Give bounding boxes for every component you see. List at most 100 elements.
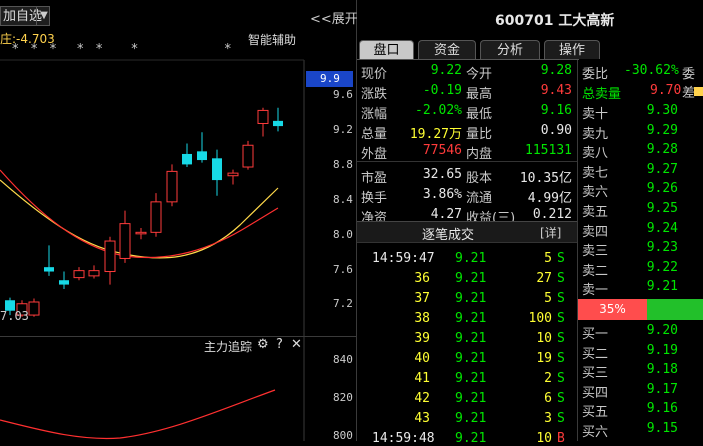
quote-value: -0.19 <box>422 83 462 98</box>
bid-level-price[interactable]: 9.17 <box>628 382 678 397</box>
trade-volume: 5 <box>544 291 552 306</box>
bid-level-label: 买六 <box>582 425 609 440</box>
quote-value: 115131 <box>525 143 572 158</box>
bid-level-label: 买一 <box>582 327 609 342</box>
quote-label: 股本 <box>466 171 493 186</box>
trade-volume: 10 <box>536 431 552 446</box>
quote-value: 9.28 <box>540 63 572 78</box>
ask-level-label: 卖一 <box>582 283 609 299</box>
trade-volume: 3 <box>544 411 552 426</box>
ask-level-price[interactable]: 9.29 <box>628 123 678 138</box>
candle-body <box>28 301 40 316</box>
trade-volume: 6 <box>544 391 552 406</box>
ask-level-price[interactable]: 9.26 <box>628 181 678 196</box>
price-axis-tick: 7.2 <box>333 297 353 310</box>
subchart-title: 主力追踪 <box>204 340 253 354</box>
quote-value: 10.35亿 <box>519 171 572 186</box>
tab-funds[interactable]: 资金 <box>418 40 476 59</box>
kline-chart-panel[interactable] <box>0 0 357 441</box>
ma-line-yellow <box>0 179 279 259</box>
trade-price: 9.21 <box>455 431 487 446</box>
trade-side: S <box>557 291 565 306</box>
ask-level-label: 卖九 <box>582 126 609 142</box>
quote-label: 今开 <box>466 67 493 82</box>
quote-label: 换手 <box>361 191 388 206</box>
trade-side: S <box>557 311 565 326</box>
chart-divider <box>0 336 356 337</box>
candle-body <box>166 170 178 203</box>
quote-value: 77546 <box>422 143 462 158</box>
close-icon[interactable]: ✕ <box>291 337 302 352</box>
expand-button[interactable]: <<展开 <box>310 8 358 27</box>
ask-level-price[interactable]: 9.23 <box>628 240 678 255</box>
ask-level-price[interactable]: 9.24 <box>628 221 678 236</box>
trade-price: 9.21 <box>455 371 487 386</box>
bid-level-label: 买三 <box>582 366 609 382</box>
quote-label: 现价 <box>361 67 388 82</box>
tab-operation[interactable]: 操作 <box>544 40 600 59</box>
tab-underline <box>357 59 579 60</box>
stock-code: 600701 <box>495 13 554 29</box>
candle-body <box>197 151 207 161</box>
chevron-down-icon[interactable]: ▼ <box>36 7 51 25</box>
help-icon[interactable]: ? <box>276 337 283 352</box>
quote-label: 总量 <box>361 127 388 142</box>
trade-side: B <box>557 431 565 446</box>
trade-price: 9.21 <box>455 351 487 366</box>
smart-aid-button[interactable]: 智能辅助 <box>248 31 296 48</box>
tab-analysis[interactable]: 分析 <box>480 40 540 59</box>
trade-volume: 19 <box>536 351 552 366</box>
weibi-label: 委比 <box>582 67 609 82</box>
candle-body <box>212 158 222 181</box>
candle-body <box>73 270 85 279</box>
trade-price: 9.21 <box>455 251 487 266</box>
quote-value: 3.86% <box>422 187 462 202</box>
trade-time: 37 <box>414 291 430 306</box>
trade-price: 9.21 <box>455 291 487 306</box>
bid-level-price[interactable]: 9.18 <box>628 362 678 377</box>
candle-body <box>150 201 162 233</box>
signal-marks: * * * * * * * <box>12 42 232 57</box>
candle-body <box>135 231 147 235</box>
low-price-marker: 7.03 <box>0 309 29 323</box>
bid-level-price[interactable]: 9.16 <box>628 401 678 416</box>
trade-time: 40 <box>414 351 430 366</box>
trade-time: 36 <box>414 271 430 286</box>
quote-value: 9.16 <box>540 103 572 118</box>
price-axis-tick: 9.2 <box>333 123 353 136</box>
gear-icon[interactable]: ⚙ <box>257 337 269 352</box>
trade-volume: 5 <box>544 251 552 266</box>
quote-divider <box>357 161 577 162</box>
bid-level-price[interactable]: 9.19 <box>628 343 678 358</box>
trade-side: S <box>557 411 565 426</box>
trade-time: 14:59:48 <box>372 431 435 446</box>
kline-chart[interactable] <box>0 0 356 441</box>
trade-price: 9.21 <box>455 271 487 286</box>
ask-level-label: 卖四 <box>582 224 609 240</box>
bid-level-price[interactable]: 9.15 <box>628 421 678 436</box>
trade-side: S <box>557 271 565 286</box>
tab-handicap[interactable]: 盘口 <box>359 40 414 59</box>
total-sell-label: 总卖量 <box>582 87 622 102</box>
ask-level-price[interactable]: 9.28 <box>628 142 678 157</box>
trade-side: S <box>557 331 565 346</box>
ask-level-price[interactable]: 9.27 <box>628 162 678 177</box>
trades-detail-link[interactable]: [详] <box>540 224 561 241</box>
subchart-axis-tick: 820 <box>333 391 353 404</box>
quote-value: 0.212 <box>532 207 572 222</box>
trade-price: 9.21 <box>455 391 487 406</box>
quote-value: 19.27万 <box>409 127 462 142</box>
ask-level-price[interactable]: 9.22 <box>628 260 678 275</box>
ask-level-price[interactable]: 9.30 <box>628 103 678 118</box>
quote-label: 涨幅 <box>361 107 388 122</box>
ask-level-price[interactable]: 9.25 <box>628 201 678 216</box>
trades-title: 逐笔成交 <box>422 228 475 243</box>
ask-level-price[interactable]: 9.21 <box>628 279 678 294</box>
candle-body <box>227 172 239 177</box>
quote-label: 最高 <box>466 87 493 102</box>
ask-level-label: 卖六 <box>582 185 609 201</box>
bid-level-price[interactable]: 9.20 <box>628 323 678 338</box>
quote-label: 外盘 <box>361 147 388 162</box>
candle-body <box>273 120 283 127</box>
trade-time: 43 <box>414 411 430 426</box>
